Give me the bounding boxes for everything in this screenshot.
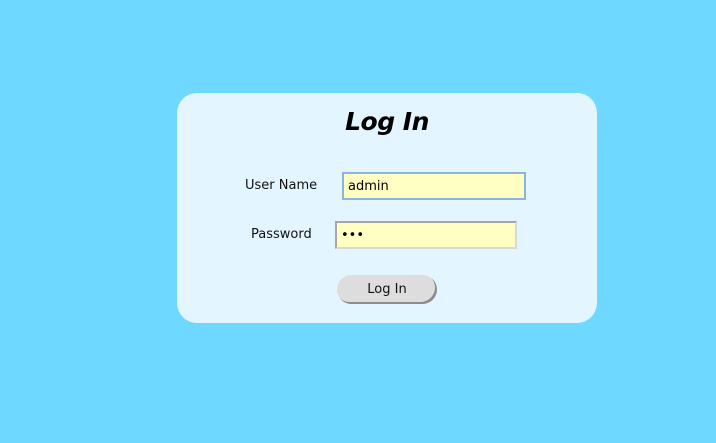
username-input[interactable]	[342, 172, 526, 200]
password-input[interactable]	[335, 221, 517, 249]
login-button[interactable]: Log In	[337, 275, 437, 304]
page-background: Log In User Name Password Log In	[0, 0, 716, 443]
login-card: Log In User Name Password Log In	[177, 93, 597, 323]
login-title: Log In	[345, 107, 429, 136]
password-label: Password	[251, 227, 312, 242]
username-label: User Name	[245, 178, 318, 193]
